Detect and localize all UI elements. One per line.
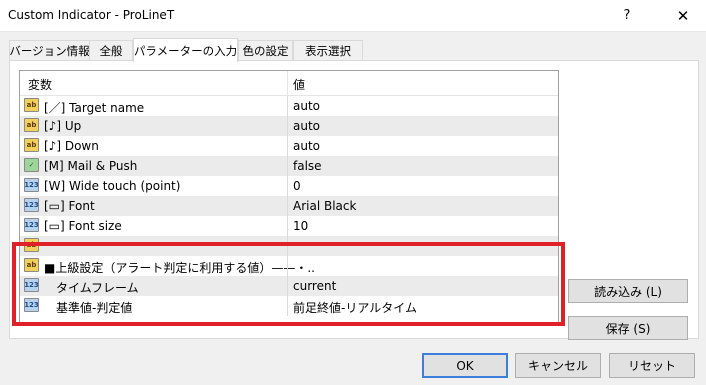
param-row[interactable]: ab ■上級設定（アラート判定に利用する値）——・.. (20, 256, 558, 276)
param-name: 基準値-判定値 (56, 301, 133, 315)
param-value[interactable]: auto (293, 139, 320, 153)
param-row[interactable]: 123 [▭] Font size 10 (20, 216, 558, 236)
string-type-icon: ab (24, 138, 39, 152)
cell-divider (287, 136, 288, 156)
param-value[interactable]: false (293, 159, 322, 173)
param-row[interactable]: 123 [▭] Font Arial Black (20, 196, 558, 216)
param-value[interactable]: Arial Black (293, 199, 356, 213)
column-header-variable[interactable]: 変数 (28, 76, 52, 93)
tab-version-info[interactable]: バージョン情報 (9, 40, 90, 61)
string-type-icon: ab (24, 98, 39, 112)
param-row[interactable]: ab (20, 236, 558, 256)
numeric-type-icon: 123 (24, 198, 39, 212)
param-row[interactable]: ✓ [M] Mail & Push false (20, 156, 558, 176)
column-divider[interactable] (287, 71, 288, 95)
param-name: タイムフレーム (56, 281, 139, 295)
param-row[interactable]: 123 タイムフレーム current (20, 276, 558, 296)
close-button[interactable]: ✕ (660, 0, 706, 31)
param-value[interactable]: auto (293, 99, 320, 113)
param-row[interactable]: ab [／] Target name auto (20, 96, 558, 116)
help-button[interactable]: ? (604, 0, 650, 31)
param-name: [♪] Down (44, 139, 99, 153)
param-name: [▭] Font (44, 199, 95, 213)
string-type-icon: ab (24, 118, 39, 132)
param-name: [♪] Up (44, 119, 82, 133)
cell-divider (287, 256, 288, 276)
cell-divider (287, 236, 288, 256)
param-value[interactable]: 前足終値-リアルタイム (293, 299, 417, 316)
string-type-icon: ab (24, 258, 39, 272)
param-name: ■上級設定（アラート判定に利用する値）——・.. (44, 261, 315, 275)
cell-divider (287, 296, 288, 316)
tab-parameters[interactable]: パラメーターの入力 (133, 38, 238, 62)
column-header-value[interactable]: 値 (293, 76, 305, 93)
window-title: Custom Indicator - ProLineT (8, 8, 175, 22)
param-name: [W] Wide touch (point) (44, 179, 181, 193)
cell-divider (287, 176, 288, 196)
string-type-icon: ab (24, 238, 39, 252)
param-row[interactable]: ab [♪] Up auto (20, 116, 558, 136)
tab-display-select[interactable]: 表示選択 (293, 40, 363, 61)
save-button[interactable]: 保存 (S) (568, 316, 688, 340)
boolean-type-icon: ✓ (24, 158, 39, 172)
cell-divider (287, 116, 288, 136)
numeric-type-icon: 123 (24, 178, 39, 192)
param-row[interactable]: 123 基準値-判定値 前足終値-リアルタイム (20, 296, 558, 316)
param-value[interactable]: 0 (293, 179, 301, 193)
parameter-grid: 変数 値 ab [／] Target name auto ab [♪] Up a… (19, 70, 559, 323)
numeric-type-icon: 123 (24, 278, 39, 292)
param-value[interactable]: auto (293, 119, 320, 133)
grid-header: 変数 値 (20, 71, 558, 96)
param-name: [／] Target name (44, 101, 145, 115)
tab-general[interactable]: 全般 (89, 40, 133, 61)
param-value[interactable]: 10 (293, 219, 308, 233)
param-name: [M] Mail & Push (44, 159, 138, 173)
title-bar: Custom Indicator - ProLineT ? ✕ (0, 0, 706, 32)
param-value[interactable]: current (293, 279, 336, 293)
ok-button[interactable]: OK (422, 353, 508, 378)
param-row[interactable]: 123 [W] Wide touch (point) 0 (20, 176, 558, 196)
cell-divider (287, 156, 288, 176)
numeric-type-icon: 123 (24, 218, 39, 232)
cell-divider (287, 276, 288, 296)
param-name: [▭] Font size (44, 219, 122, 233)
cell-divider (287, 196, 288, 216)
reset-button[interactable]: リセット (609, 353, 695, 378)
cell-divider (287, 216, 288, 236)
numeric-type-icon: 123 (24, 298, 39, 312)
param-row[interactable]: ab [♪] Down auto (20, 136, 558, 156)
load-button[interactable]: 読み込み (L) (568, 279, 688, 303)
cell-divider (287, 96, 288, 116)
tab-colors[interactable]: 色の設定 (238, 40, 293, 61)
cancel-button[interactable]: キャンセル (515, 353, 601, 378)
